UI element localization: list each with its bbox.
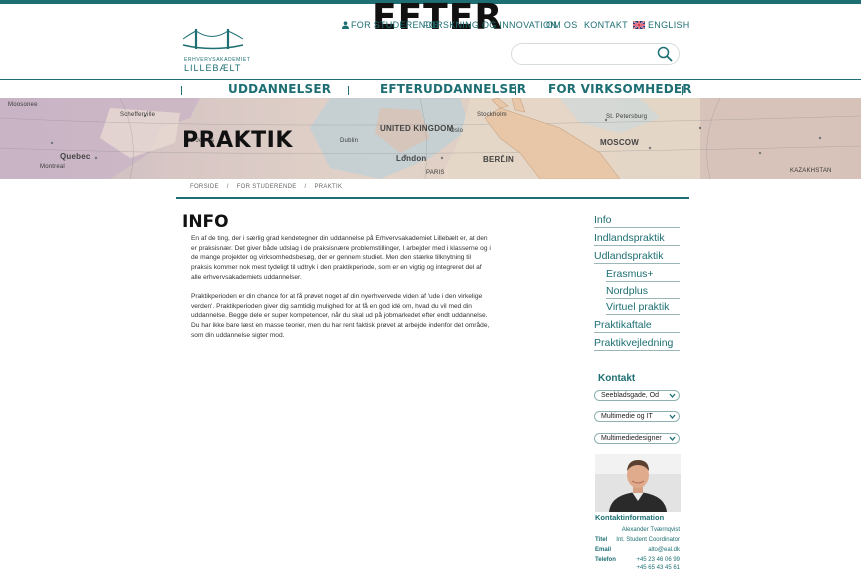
map-label: Dublin (340, 138, 359, 144)
chevron-down-icon (669, 436, 676, 442)
topnav-language[interactable]: ENGLISH (632, 20, 690, 30)
sidenav-erasmus[interactable]: Erasmus+ (606, 268, 680, 282)
map-label: MOSCOW (600, 138, 639, 147)
nav-uddannelser[interactable]: UDDANNELSER (228, 82, 331, 96)
search-box (511, 43, 680, 65)
chevron-down-icon (669, 414, 676, 420)
section-heading: INFO (182, 212, 229, 232)
topnav-language-label: ENGLISH (648, 20, 690, 30)
bridge-logo-icon (182, 29, 244, 50)
sidenav-udlandspraktik[interactable]: Udlandspraktik (594, 250, 680, 264)
sidenav-indlandspraktik[interactable]: Indlandspraktik (594, 232, 680, 246)
overlay-stamp: EFTER (372, 0, 504, 38)
user-icon (342, 21, 349, 29)
sidenav-virtuel-praktik[interactable]: Virtuel praktik (606, 301, 680, 315)
breadcrumb: FORSIDE / FOR STUDERENDE / PRAKTIK (190, 184, 348, 190)
area-select[interactable]: Multimedie og IT (594, 411, 680, 422)
sidenav-info[interactable]: Info (594, 214, 680, 228)
site-logo[interactable]: ERHVERVSAKADEMIET LILLEBÆLT (182, 26, 250, 76)
map-label: Stockholm (477, 112, 507, 118)
contact-portrait-image (595, 454, 681, 512)
map-label: Quebec (60, 152, 91, 161)
page-title: PRAKTIK (182, 128, 293, 153)
location-select-value: Seebladsgade, Od (601, 392, 659, 399)
topnav-about[interactable]: OM OS (546, 20, 578, 30)
education-select[interactable]: Multimediedesigner (594, 433, 680, 444)
map-label: Schefferville (120, 112, 156, 118)
map-label: St. Petersburg (606, 114, 648, 120)
breadcrumb-current: PRAKTIK (314, 184, 343, 190)
map-label: London (396, 154, 427, 163)
title-value: Int. Student Coordinator (616, 537, 680, 543)
nav-separator (181, 86, 182, 95)
title-label: Titel (595, 537, 608, 543)
breadcrumb-students[interactable]: FOR STUDERENDE (237, 184, 297, 190)
logo-line-2: LILLEBÆLT (184, 63, 242, 73)
topnav-research[interactable]: FORSKNING OG INNOVATION (423, 20, 557, 30)
breadcrumb-home[interactable]: FORSIDE (190, 184, 219, 190)
sidenav-praktikaftale[interactable]: Praktikaftale (594, 319, 680, 333)
chevron-down-icon (669, 393, 676, 399)
main-navigation: UDDANNELSER EFTERUDDANNELSER FOR VIRKSOM… (0, 79, 861, 100)
topnav-contact[interactable]: KONTAKT (584, 20, 628, 30)
search-input[interactable] (520, 47, 654, 63)
phone-number-1[interactable]: +45 23 46 06 99 (636, 557, 680, 563)
phone-number-2[interactable]: +45 65 43 45 61 (636, 565, 680, 571)
search-icon[interactable] (657, 46, 673, 62)
area-select-value: Multimedie og IT (601, 413, 653, 420)
email-link[interactable]: alto@eal.dk (648, 547, 680, 553)
nav-efteruddannelser[interactable]: EFTERUDDANNELSER (380, 82, 526, 96)
map-label: BERLIN (483, 155, 514, 164)
breadcrumb-separator: / (226, 184, 229, 190)
map-label: KAZAKHSTAN (790, 168, 832, 174)
uk-flag-icon (632, 20, 646, 30)
world-map-image (0, 98, 861, 179)
contact-photo (595, 454, 681, 512)
nav-separator (682, 86, 683, 95)
nav-separator (515, 86, 516, 95)
map-label: Moosonee (8, 102, 38, 108)
sidenav-praktikvejledning[interactable]: Praktikvejledning (594, 337, 680, 351)
sidenav-nordplus[interactable]: Nordplus (606, 285, 680, 299)
nav-separator (348, 86, 349, 95)
phone-label: Telefon (595, 557, 616, 563)
body-paragraph: Praktikperioden er din chance for at få … (191, 293, 490, 339)
breadcrumb-separator: / (304, 184, 307, 190)
location-select[interactable]: Seebladsgade, Od (594, 390, 680, 401)
contact-title: Kontakt (598, 373, 636, 384)
map-label: PARIS (426, 170, 445, 176)
nav-for-virksomheder[interactable]: FOR VIRKSOMHEDER (548, 82, 692, 96)
intro-paragraph: En af de ting, der i særlig grad kendete… (191, 235, 491, 281)
map-label: UNITED KINGDOM (380, 124, 454, 133)
contact-info-title: Kontaktinformation (595, 513, 665, 522)
contact-name: Alexander Tværnqvist (621, 527, 680, 533)
hero-banner: Moosonee Schefferville Quebec Montreal S… (0, 98, 861, 179)
education-select-value: Multimediedesigner (601, 435, 662, 442)
map-label: Montreal (40, 164, 65, 170)
email-label: Email (595, 547, 612, 553)
content-divider (176, 197, 689, 199)
map-label: Oslo (450, 128, 464, 134)
